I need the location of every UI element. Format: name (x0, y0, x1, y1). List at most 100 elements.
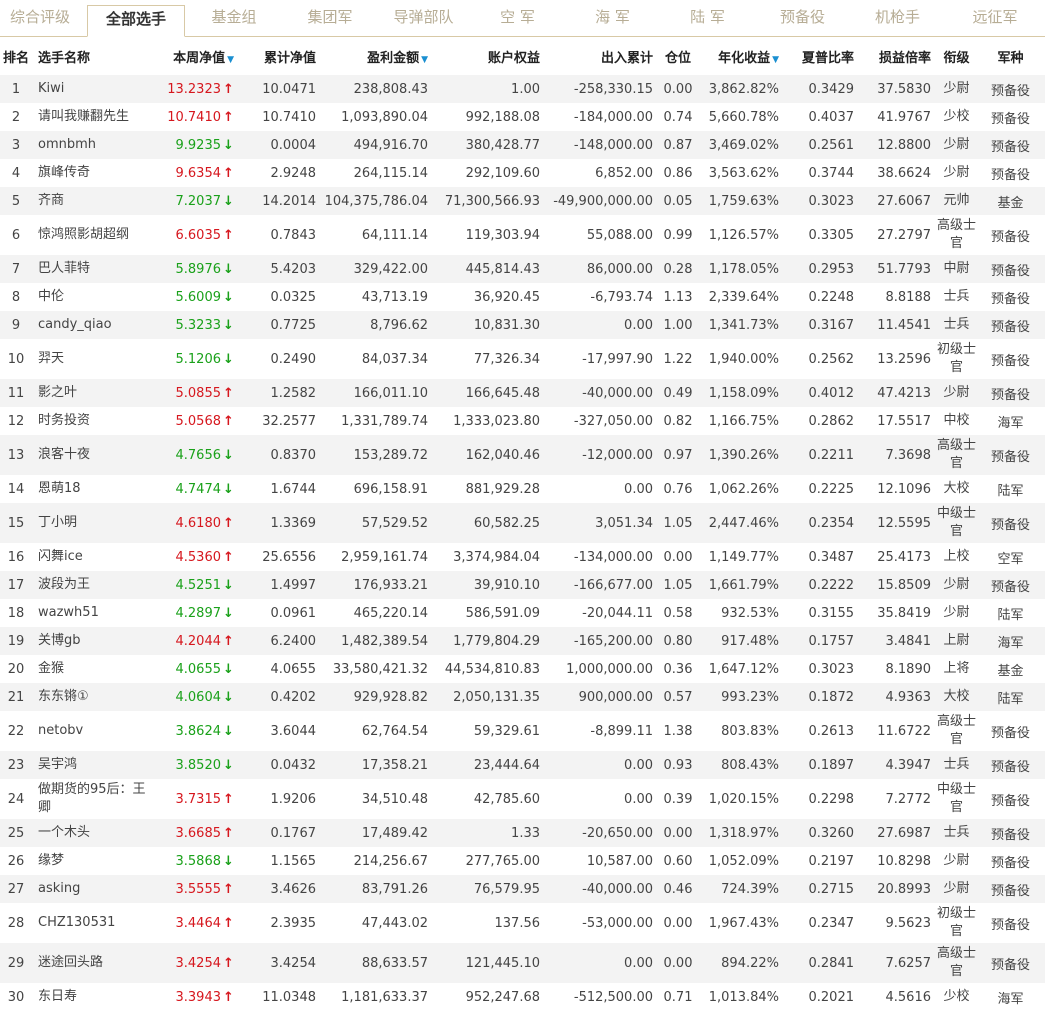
player-name-cell[interactable]: 东日寿 (38, 983, 162, 1011)
tab-4[interactable]: 导弹部队 (377, 0, 470, 36)
player-name-cell[interactable]: netobv (38, 711, 162, 751)
player-name-cell[interactable]: 浪客十夜 (38, 435, 162, 475)
flow-cell: -258,330.15 (546, 75, 659, 103)
table-row[interactable]: 26 缘梦 3.5868 ↓ 1.1565 214,256.67 277,765.00 10,… (0, 847, 1045, 875)
grade-cell: 元帅 (937, 187, 982, 215)
table-row[interactable]: 27 asking 3.5555 ↑ 3.4626 83,791.26 76,579.95-… (0, 875, 1045, 903)
tab-6[interactable]: 海 军 (565, 0, 660, 36)
player-name-cell[interactable]: 闪舞ice (38, 543, 162, 571)
profit-cell: 696,158.91 (322, 475, 434, 503)
table-row[interactable]: 21 东东锵① 4.0604 ↓ 0.4202 929,928.82 2,050,131.3… (0, 683, 1045, 711)
tab-9[interactable]: 机枪手 (850, 0, 945, 36)
player-name-cell[interactable]: 波段为王 (38, 571, 162, 599)
player-name-cell[interactable]: Kiwi (38, 75, 162, 103)
table-row[interactable]: 3 omnbmh 9.9235 ↓ 0.0004 494,916.70 380,428.77… (0, 131, 1045, 159)
cumulative-net-cell: 0.0961 (240, 599, 322, 627)
rank-cell: 9 (0, 311, 38, 339)
annual-cell: 2,447.46% (703, 503, 785, 543)
table-row[interactable]: 20 金猴 4.0655 ↓ 4.0655 33,580,421.32 44,534,810… (0, 655, 1045, 683)
ratio-cell: 51.7793 (860, 255, 937, 283)
player-name-cell[interactable]: CHZ130531 (38, 903, 162, 943)
table-row[interactable]: 6 惊鸿照影胡超纲 6.6035 ↑ 0.7843 64,111.14 119,303.94… (0, 215, 1045, 255)
table-row[interactable]: 17 波段为王 4.5251 ↓ 1.4997 176,933.21 39,910.10 -1… (0, 571, 1045, 599)
player-name-cell[interactable]: 缘梦 (38, 847, 162, 875)
player-name-cell[interactable]: 时务投资 (38, 407, 162, 435)
tab-7[interactable]: 陆 军 (660, 0, 755, 36)
player-name-cell[interactable]: 请叫我赚翻先生 (38, 103, 162, 131)
player-name-cell[interactable]: asking (38, 875, 162, 903)
table-row[interactable]: 14 恩萌18 4.7474 ↓ 1.6744 696,158.91 881,929.28 0… (0, 475, 1045, 503)
table-row[interactable]: 18 wazwh51 4.2897 ↓ 0.0961 465,220.14 586,591.… (0, 599, 1045, 627)
col-profit[interactable]: 盈利金额 ▼ (322, 37, 434, 75)
table-row[interactable]: 22 netobv 3.8624 ↓ 3.6044 62,764.54 59,329.61-… (0, 711, 1045, 751)
player-name-cell[interactable]: 吴宇鸿 (38, 751, 162, 779)
table-row[interactable]: 7 巴人菲特 5.8976 ↓ 5.4203 329,422.00 445,814.43 86… (0, 255, 1045, 283)
flow-cell: -184,000.00 (546, 103, 659, 131)
rank-cell: 16 (0, 543, 38, 571)
annual-cell: 5,660.78% (703, 103, 785, 131)
weekly-net-cell: 4.6180 ↑ (162, 503, 240, 543)
player-name-cell[interactable]: wazwh51 (38, 599, 162, 627)
table-row[interactable]: 29 迷途回头路 3.4254 ↑ 3.4254 88,633.57 121,445.10 0… (0, 943, 1045, 983)
table-row[interactable]: 23 吴宇鸿 3.8520 ↓ 0.0432 17,358.21 23,444.64 0.00… (0, 751, 1045, 779)
player-name-cell[interactable]: 迷途回头路 (38, 943, 162, 983)
tab-1[interactable]: 全部选手 (87, 5, 185, 37)
sort-down-icon[interactable]: ▼ (772, 55, 779, 65)
player-name-cell[interactable]: 金猴 (38, 655, 162, 683)
branch-cell: 预备役 (982, 819, 1045, 847)
flow-cell: 3,051.34 (546, 503, 659, 543)
sort-down-icon[interactable]: ▼ (421, 55, 428, 65)
flow-cell: -53,000.00 (546, 903, 659, 943)
table-row[interactable]: 28 CHZ130531 3.4464 ↑ 2.3935 47,443.02 137.56-… (0, 903, 1045, 943)
tab-10[interactable]: 远征军 (945, 0, 1045, 36)
player-name-cell[interactable]: 东东锵① (38, 683, 162, 711)
table-row[interactable]: 5 齐商 7.2037 ↓ 14.2014 104,375,786.04 71,300,56… (0, 187, 1045, 215)
flow-cell: -165,200.00 (546, 627, 659, 655)
table-row[interactable]: 10 羿天 5.1206 ↓ 0.2490 84,037.34 77,326.34 -17,9… (0, 339, 1045, 379)
table-row[interactable]: 25 一个木头 3.6685 ↑ 0.1767 17,489.42 1.33 -20,650.… (0, 819, 1045, 847)
player-name-cell[interactable]: 羿天 (38, 339, 162, 379)
col-weekly-net[interactable]: 本周净值 ▼ (162, 37, 240, 75)
sharpe-cell: 0.3260 (785, 819, 860, 847)
player-name-cell[interactable]: omnbmh (38, 131, 162, 159)
player-name-cell[interactable]: 一个木头 (38, 819, 162, 847)
table-row[interactable]: 8 中伦 5.6009 ↓ 0.0325 43,713.19 36,920.45 -6,793… (0, 283, 1045, 311)
tab-3[interactable]: 集团军 (283, 0, 377, 36)
player-name-cell[interactable]: 影之叶 (38, 379, 162, 407)
table-row[interactable]: 30 东日寿 3.3943 ↑ 11.0348 1,181,633.37 952,247.6… (0, 983, 1045, 1011)
rank-cell: 5 (0, 187, 38, 215)
player-name-cell[interactable]: 恩萌18 (38, 475, 162, 503)
tab-8[interactable]: 预备役 (755, 0, 850, 36)
table-row[interactable]: 24 做期货的95后：王卿 3.7315 ↑ 1.9206 34,510.48 42,785… (0, 779, 1045, 819)
player-name-cell[interactable]: 关博gb (38, 627, 162, 655)
branch-cell: 预备役 (982, 103, 1045, 131)
table-row[interactable]: 1 Kiwi 13.2323 ↑ 10.0471 238,808.43 1.00 -258,3… (0, 75, 1045, 103)
player-name-cell[interactable]: 齐商 (38, 187, 162, 215)
sort-down-icon[interactable]: ▼ (227, 55, 234, 65)
table-row[interactable]: 16 闪舞ice 4.5360 ↑ 25.6556 2,959,161.74 3,374,9… (0, 543, 1045, 571)
table-row[interactable]: 19 关博gb 4.2044 ↑ 6.2400 1,482,389.54 1,779,804… (0, 627, 1045, 655)
player-name-cell[interactable]: 旗峰传奇 (38, 159, 162, 187)
player-name-cell[interactable]: 做期货的95后：王卿 (38, 779, 162, 819)
table-row[interactable]: 13 浪客十夜 4.7656 ↓ 0.8370 153,289.72 162,040.46-… (0, 435, 1045, 475)
player-name-cell[interactable]: 中伦 (38, 283, 162, 311)
table-row[interactable]: 2 请叫我赚翻先生 10.7410 ↑ 10.7410 1,093,890.04 992,1… (0, 103, 1045, 131)
table-row[interactable]: 12 时务投资 5.0568 ↑ 32.2577 1,331,789.74 1,333,02… (0, 407, 1045, 435)
table-row[interactable]: 11 影之叶 5.0855 ↑ 1.2582 166,011.10 166,645.48 -4… (0, 379, 1045, 407)
equity-cell: 952,247.68 (434, 983, 546, 1011)
position-cell: 0.71 (659, 983, 703, 1011)
player-name-cell[interactable]: 惊鸿照影胡超纲 (38, 215, 162, 255)
table-row[interactable]: 9 candy_qiao 5.3233 ↓ 0.7725 8,796.62 10,831.3… (0, 311, 1045, 339)
tab-2[interactable]: 基金组 (185, 0, 283, 36)
col-annual[interactable]: 年化收益 ▼ (703, 37, 785, 75)
tab-5[interactable]: 空 军 (470, 0, 565, 36)
player-name-cell[interactable]: 巴人菲特 (38, 255, 162, 283)
player-name-cell[interactable]: 丁小明 (38, 503, 162, 543)
table-row[interactable]: 15 丁小明 4.6180 ↑ 1.3369 57,529.52 60,582.25 3,05… (0, 503, 1045, 543)
tab-0[interactable]: 综合评级 (0, 0, 80, 36)
table-header-row: 排名 选手名称 本周净值 ▼ 累计净值 盈利金额 ▼ 账户权益 出入累计 仓位 年化… (0, 37, 1045, 75)
flow-cell: -40,000.00 (546, 379, 659, 407)
table-row[interactable]: 4 旗峰传奇 9.6354 ↑ 2.9248 264,115.14 292,109.60 6,… (0, 159, 1045, 187)
branch-cell: 预备役 (982, 131, 1045, 159)
player-name-cell[interactable]: candy_qiao (38, 311, 162, 339)
